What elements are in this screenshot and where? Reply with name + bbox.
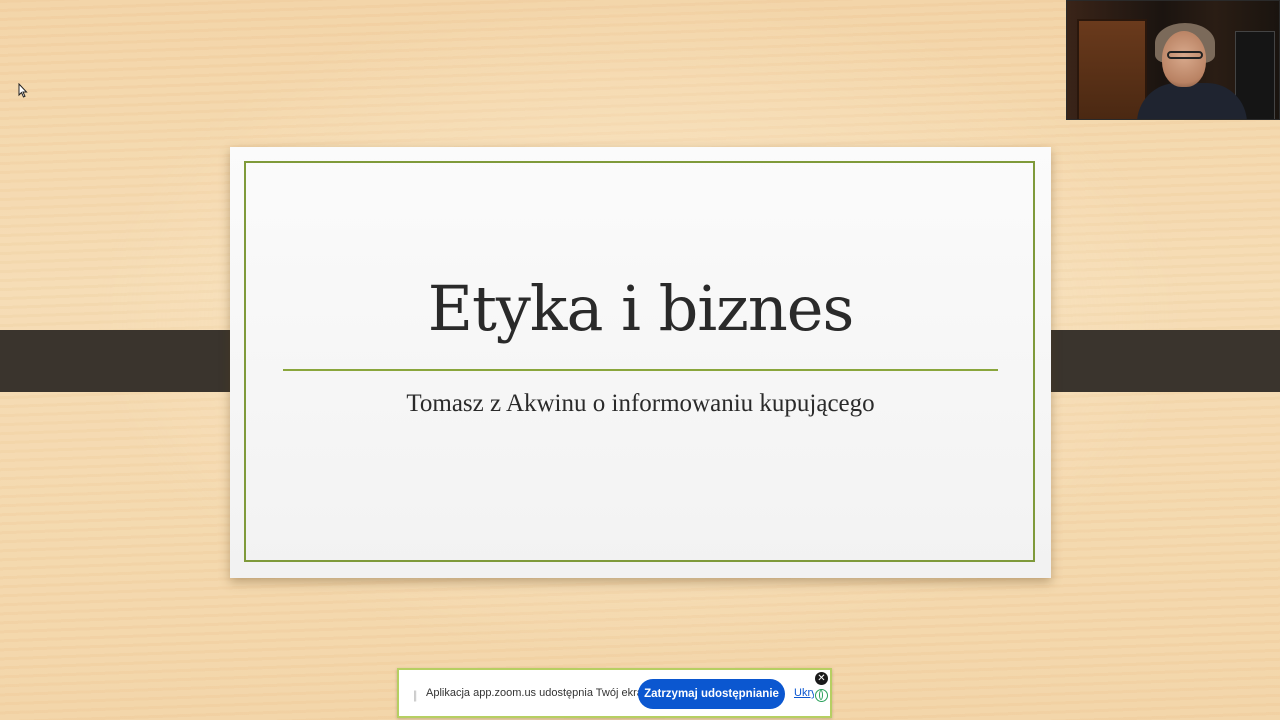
- slide-subtitle: Tomasz z Akwinu o informowaniu kupująceg…: [406, 390, 875, 417]
- background-band-left: [0, 330, 261, 392]
- close-icon[interactable]: ✕: [815, 672, 828, 685]
- slide-frame: [244, 161, 1035, 562]
- share-message: Aplikacja app.zoom.us udostępnia Twój ek…: [426, 687, 653, 699]
- slide-divider: [283, 369, 998, 371]
- video-person-head: [1162, 31, 1206, 87]
- globe-icon[interactable]: [815, 689, 828, 702]
- webcam-video-thumbnail[interactable]: [1066, 0, 1280, 120]
- drag-handle-icon[interactable]: ||: [413, 688, 417, 702]
- video-person-glasses: [1167, 51, 1203, 59]
- background-band-right: [1022, 330, 1280, 392]
- hide-link[interactable]: Ukryj: [794, 687, 814, 699]
- presentation-slide: Etyka i biznes Tomasz z Akwinu o informo…: [230, 147, 1051, 578]
- video-background-door: [1077, 19, 1147, 119]
- stop-sharing-button[interactable]: Zatrzymaj udostępnianie: [638, 679, 785, 709]
- video-person-body: [1137, 83, 1247, 119]
- mouse-pointer-icon: [18, 83, 28, 98]
- screen-share-notification-bar: || Aplikacja app.zoom.us udostępnia Twój…: [397, 668, 832, 718]
- slide-title: Etyka i biznes: [427, 272, 855, 345]
